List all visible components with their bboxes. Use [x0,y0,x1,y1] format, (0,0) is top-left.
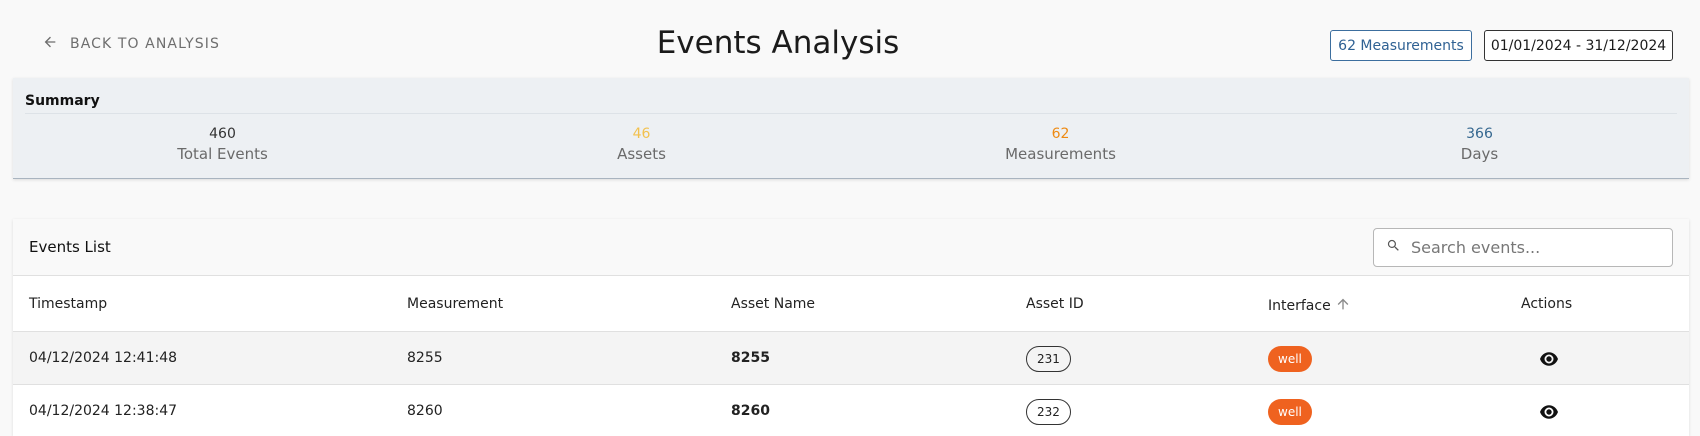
column-header-interface[interactable]: Interface [1268,296,1351,316]
eye-icon[interactable] [1540,351,1558,366]
stat-value: 460 [209,126,236,142]
stat-label: Total Events [177,145,268,163]
column-label: Interface [1268,298,1331,314]
stat-value: 366 [1466,126,1493,142]
stat-value: 62 [1051,126,1070,142]
page-header: BACK TO ANALYSIS Events Analysis 62 Meas… [0,0,1700,78]
measurements-button[interactable]: 62 Measurements [1330,30,1472,61]
stat-measurements: 62 Measurements [851,124,1270,165]
summary-title: Summary [25,93,100,109]
events-list-title: Events List [29,238,111,256]
eye-icon[interactable] [1540,404,1558,419]
column-label: Timestamp [29,296,108,312]
stat-label: Days [1460,145,1499,163]
search-icon [1386,238,1401,257]
stat-label: Measurements [1005,145,1116,163]
column-header-asset-name[interactable]: Asset Name [731,296,815,312]
search-box [1373,228,1673,267]
stat-days: 366 Days [1270,124,1689,165]
column-label: Actions [1521,296,1573,312]
column-label: Measurement [407,296,504,312]
column-header-asset-id[interactable]: Asset ID [1026,296,1084,312]
events-list-header: Events List [13,219,1689,276]
arrow-up-icon[interactable] [1335,296,1351,316]
events-list-card: Events List Timestamp Measurement Asset … [13,219,1689,436]
stat-total-events: 460 Total Events [13,124,432,165]
interface-badge: well [1268,346,1312,372]
asset-name-cell: 8255 [731,350,770,366]
asset-id-chip: 232 [1026,399,1071,425]
stat-value: 46 [632,126,651,142]
search-input[interactable] [1411,238,1661,257]
measurement-cell: 8260 [407,403,443,419]
summary-panel: Summary 460 Total Events 46 Assets 62 Me… [13,78,1689,179]
interface-badge: well [1268,399,1312,425]
asset-name-cell: 8260 [731,403,770,419]
measurement-cell: 8255 [407,350,443,366]
column-label: Asset Name [731,296,816,312]
stat-assets: 46 Assets [432,124,851,165]
column-header-measurement[interactable]: Measurement [407,296,503,312]
column-header-actions: Actions [1521,296,1572,312]
column-header-timestamp[interactable]: Timestamp [29,296,107,312]
column-label: Asset ID [1026,296,1084,312]
timestamp-cell: 04/12/2024 12:38:47 [29,403,178,419]
summary-divider [25,113,1677,114]
timestamp-cell: 04/12/2024 12:41:48 [29,350,178,366]
page-title: Events Analysis [656,25,900,61]
table-row[interactable]: 04/12/2024 12:38:47 8260 8260 232 well [13,385,1689,436]
date-range-button[interactable]: 01/01/2024 - 31/12/2024 [1484,30,1673,61]
asset-id-chip: 231 [1026,346,1071,372]
table-row[interactable]: 04/12/2024 12:41:48 8255 8255 231 well [13,332,1689,385]
table-header: Timestamp Measurement Asset Name Asset I… [13,276,1689,332]
stat-label: Assets [617,145,666,163]
